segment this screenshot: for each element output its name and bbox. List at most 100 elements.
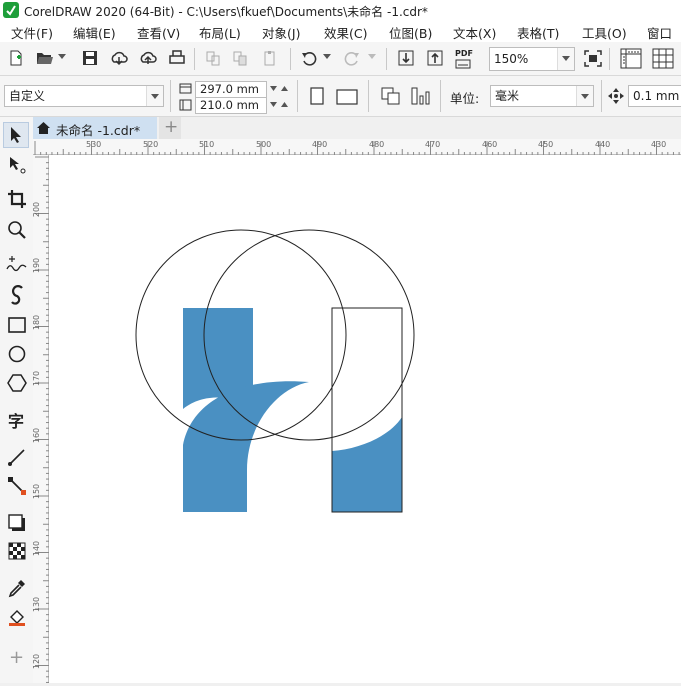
paper-preset-combo[interactable]: 自定义 [4,85,164,107]
customize-toolbox-icon[interactable]: + [9,647,24,668]
save-icon[interactable] [82,50,98,66]
home-icon[interactable] [36,121,51,135]
toolbar-separator [609,48,610,70]
units-dropdown-arrow-icon[interactable] [576,86,593,106]
page-width-icon [179,83,192,94]
open-folder-icon[interactable] [36,50,54,66]
crop-tool-icon[interactable] [7,189,27,209]
copy-icon[interactable] [232,50,248,66]
horizontal-ruler-ticks [34,141,680,155]
undo-dropdown-icon[interactable] [323,54,331,60]
units-combo[interactable]: 毫米 [490,85,594,107]
standard-toolbar: PDF 150% [0,42,681,76]
dimension-tool-icon[interactable] [7,447,27,467]
menu-tools[interactable]: 工具(O) [582,23,627,42]
transparency-tool-icon[interactable] [7,541,27,561]
pick-tool-icon[interactable] [9,126,23,144]
new-tab-button[interactable]: + [159,117,181,139]
vruler-label: 160 [32,427,42,444]
export-icon[interactable] [426,49,444,67]
pdf-document-icon [455,59,471,69]
connector-tool-icon[interactable] [7,476,27,496]
redo-dropdown-icon[interactable] [368,54,376,60]
zoom-level-combo[interactable]: 150% [489,47,575,71]
paste-icon[interactable] [262,50,278,66]
freehand-tool-icon[interactable] [6,255,28,273]
import-icon[interactable] [397,49,415,67]
toolbar-separator [601,80,602,112]
page-width-input[interactable]: 297.0 mm [195,81,267,98]
property-bar: 自定义 297.0 mm 210.0 mm 单位: 毫米 0.1 mm [0,76,681,117]
units-label: 单位: [450,91,480,106]
menu-edit[interactable]: 编辑(E) [73,23,116,42]
menu-view[interactable]: 查看(V) [137,23,180,42]
nudge-distance-input[interactable]: 0.1 mm [628,85,681,107]
vruler-label: 130 [32,596,42,613]
zoom-dropdown-arrow-icon[interactable] [557,48,574,70]
document-tab[interactable]: 未命名 -1.cdr* [33,117,157,139]
rectangle-tool-icon[interactable] [7,315,27,335]
cloud-download-icon[interactable] [110,50,128,66]
menu-bitmaps[interactable]: 位图(B) [389,23,432,42]
shape-tool-icon[interactable] [7,155,27,175]
toolbar-separator [194,48,195,70]
portrait-orientation-icon[interactable] [310,87,324,105]
new-tab-plus-icon: + [164,117,179,137]
hruler-label: 450 [538,140,554,149]
menu-object[interactable]: 对象(J) [262,23,300,42]
units-value: 毫米 [495,89,520,103]
menu-table[interactable]: 表格(T) [517,23,559,42]
page-height-spinner-icon[interactable] [269,99,289,112]
hruler-label: 460 [482,140,498,149]
menu-window[interactable]: 窗口 [647,23,672,42]
full-screen-icon[interactable] [584,50,602,67]
cloud-upload-icon[interactable] [139,50,157,66]
toolbar-separator [170,80,171,112]
show-rulers-icon[interactable] [620,48,642,69]
toolbar-separator [386,48,387,70]
artistic-media-tool-icon[interactable] [7,285,27,305]
polygon-tool-icon[interactable] [7,373,27,393]
publish-to-pdf-button[interactable]: PDF [452,48,476,70]
cut-icon[interactable] [205,50,221,66]
landscape-orientation-icon[interactable] [336,89,358,105]
horizontal-ruler[interactable]: 530 520 510 500 490 480 470 460 450 440 … [33,139,681,155]
vertical-ruler[interactable]: 200 190 180 170 160 150 140 130 120 [32,155,49,683]
new-document-icon[interactable] [8,50,24,66]
undo-icon[interactable] [300,50,318,66]
vruler-label: 190 [32,257,42,274]
menu-layout[interactable]: 布局(L) [199,23,241,42]
page-width-spinner-icon[interactable] [269,83,289,96]
nudge-distance-icon [608,88,624,104]
zoom-tool-icon[interactable] [7,220,27,240]
print-icon[interactable] [168,50,186,66]
hruler-label: 520 [143,140,159,149]
snap-to-icon[interactable] [652,48,674,69]
right-blue-bar-bottom[interactable] [332,417,402,512]
eyedropper-tool-icon[interactable] [7,578,27,598]
toolbar-separator [290,48,291,70]
menu-effects[interactable]: 效果(C) [324,23,367,42]
current-page-icon[interactable] [410,86,432,106]
menu-file[interactable]: 文件(F) [11,23,53,42]
coreldraw-logo-icon [3,2,19,18]
vruler-label: 140 [32,540,42,557]
menu-text[interactable]: 文本(X) [453,23,496,42]
paper-preset-dropdown-arrow-icon[interactable] [146,86,163,106]
ellipse-tool-icon[interactable] [7,344,27,364]
crescent-shape[interactable] [183,381,309,512]
open-recent-dropdown-icon[interactable] [58,54,66,60]
hruler-label: 480 [369,140,385,149]
all-pages-icon[interactable] [380,86,402,106]
page-height-value: 210.0 mm [200,98,259,112]
text-tool-icon[interactable]: 字 [8,408,24,432]
page-height-input[interactable]: 210.0 mm [195,97,267,114]
drawing-canvas[interactable] [49,155,681,683]
redo-icon[interactable] [343,50,361,66]
interactive-fill-tool-icon[interactable] [7,607,27,627]
hruler-label: 490 [312,140,328,149]
toolbar-separator [368,80,369,112]
vruler-label: 120 [32,653,42,670]
document-tab-label: 未命名 -1.cdr* [56,123,141,138]
drop-shadow-tool-icon[interactable] [7,513,27,533]
